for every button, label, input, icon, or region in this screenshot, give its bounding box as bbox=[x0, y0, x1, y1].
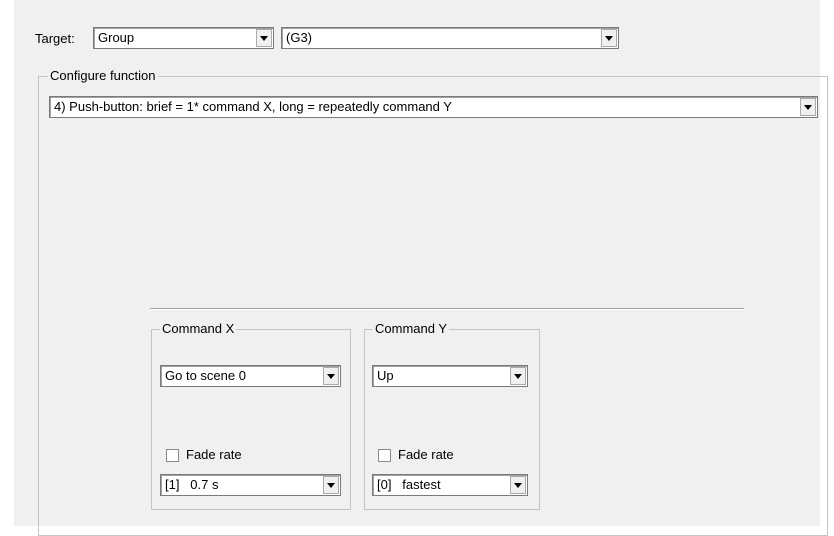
target-type-value: Group bbox=[98, 30, 135, 45]
chevron-down-icon[interactable] bbox=[510, 476, 526, 494]
panel-left-margin bbox=[0, 0, 14, 526]
command-y-fade-label: Fade rate bbox=[398, 447, 454, 462]
command-x-fade-label: Fade rate bbox=[186, 447, 242, 462]
command-y-title: Command Y bbox=[373, 321, 450, 337]
chevron-down-icon[interactable] bbox=[256, 29, 272, 47]
chevron-down-icon[interactable] bbox=[601, 29, 617, 47]
command-y-fade-value: [0] fastest bbox=[377, 477, 441, 492]
function-config-dialog: Target: Group (G3) Configure function 4)… bbox=[0, 0, 834, 536]
separator-line bbox=[150, 308, 744, 310]
target-type-select[interactable]: Group bbox=[93, 27, 274, 49]
chevron-down-icon[interactable] bbox=[323, 476, 339, 494]
target-group-value: (G3) bbox=[286, 30, 312, 45]
chevron-down-icon[interactable] bbox=[323, 367, 339, 385]
command-x-fade-select[interactable]: [1] 0.7 s bbox=[160, 474, 341, 496]
chevron-down-icon[interactable] bbox=[510, 367, 526, 385]
command-y-value: Up bbox=[377, 368, 394, 383]
command-x-fade-value: [1] 0.7 s bbox=[165, 477, 219, 492]
command-x-value: Go to scene 0 bbox=[165, 368, 246, 383]
command-y-fade-select[interactable]: [0] fastest bbox=[372, 474, 528, 496]
command-y-fade-checkbox[interactable] bbox=[378, 449, 391, 462]
function-value: 4) Push-button: brief = 1* command X, lo… bbox=[54, 99, 452, 114]
function-select[interactable]: 4) Push-button: brief = 1* command X, lo… bbox=[49, 96, 818, 118]
command-x-title: Command X bbox=[160, 321, 237, 337]
command-x-fade-checkbox[interactable] bbox=[166, 449, 179, 462]
command-x-select[interactable]: Go to scene 0 bbox=[160, 365, 341, 387]
chevron-down-icon[interactable] bbox=[800, 98, 816, 116]
target-group-select[interactable]: (G3) bbox=[281, 27, 619, 49]
target-label: Target: bbox=[35, 31, 75, 46]
command-y-select[interactable]: Up bbox=[372, 365, 528, 387]
configure-function-title: Configure function bbox=[48, 68, 158, 84]
